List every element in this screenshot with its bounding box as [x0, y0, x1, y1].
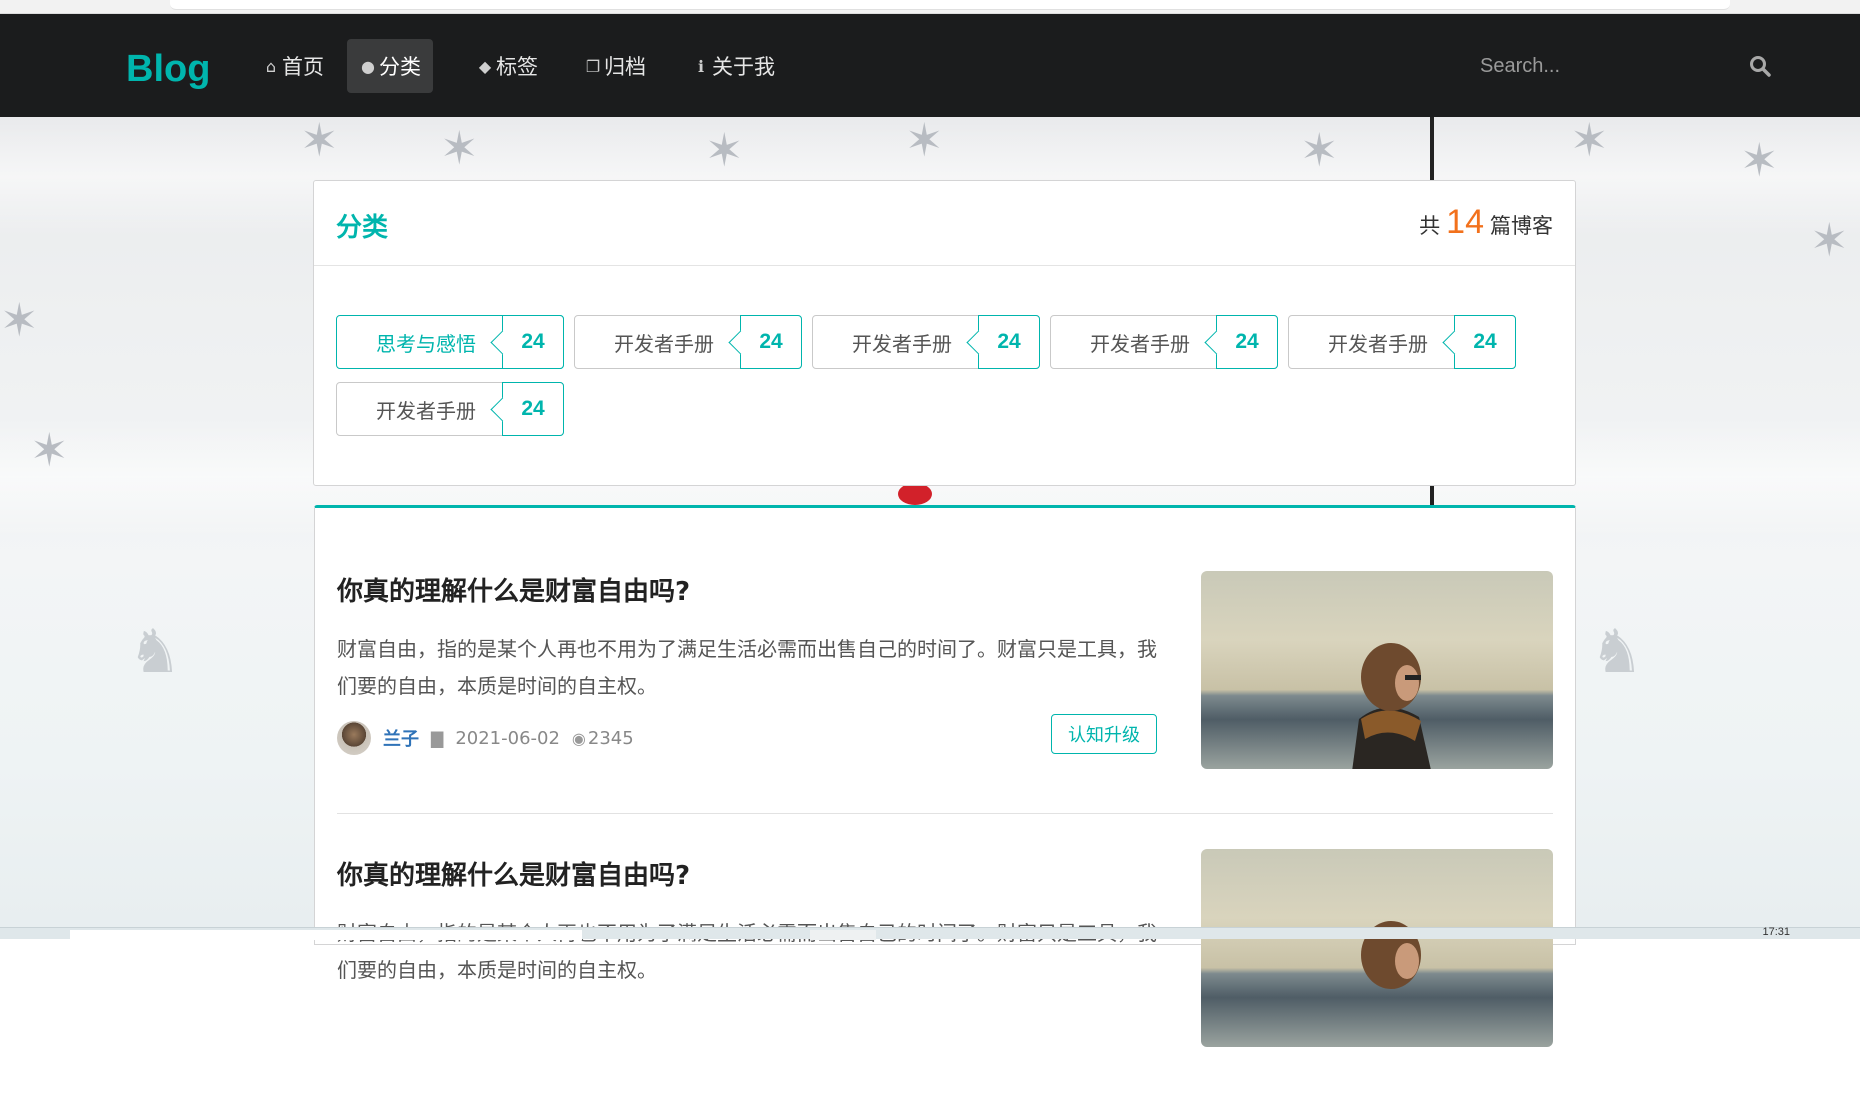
home-icon: ⌂ [265, 56, 277, 76]
category-tag[interactable]: 开发者手册 24 [812, 315, 1040, 369]
category-panel-header: 分类 共 14 篇博客 [314, 181, 1575, 266]
search-icon[interactable] [1748, 54, 1772, 78]
nav-item-label: 标签 [496, 55, 538, 79]
deer-figure-icon: ♞ [1590, 617, 1644, 687]
star-ornament-icon: ✶ [1570, 117, 1609, 167]
article-thumbnail[interactable] [1201, 849, 1553, 1047]
category-tag[interactable]: 开发者手册 24 [1288, 315, 1516, 369]
category-tag[interactable]: 开发者手册 24 [1050, 315, 1278, 369]
person-photo-icon [1361, 921, 1421, 989]
star-ornament-icon: ✶ [1810, 213, 1849, 267]
category-panel: 分类 共 14 篇博客 思考与感悟 24 开发者手册 24 开发者手册 24 开… [313, 180, 1576, 486]
background-ornament [898, 483, 932, 505]
browser-top-strip-inner [170, 0, 1730, 10]
article-excerpt: 财富自由，指的是某个人再也不用为了满足生活必需而出售自己的时间了。财富只是工具，… [337, 637, 1157, 698]
category-panel-title: 分类 [336, 213, 389, 243]
deer-figure-icon: ♞ [128, 617, 182, 687]
navbar: Blog ⌂ 首页 ● 分类 ◆ 标签 ❐ 归档 ℹ 关于我 [0, 14, 1860, 117]
nav-item-categories[interactable]: ● 分类 [347, 39, 433, 93]
category-tag[interactable]: 开发者手册 24 [574, 315, 802, 369]
star-ornament-icon: ✶ [30, 423, 69, 477]
person-photo-icon [1352, 643, 1431, 769]
author-avatar[interactable] [337, 721, 371, 755]
category-tag-count: 24 [1216, 315, 1278, 369]
search-input[interactable] [1480, 44, 1740, 88]
nav-item-label: 分类 [379, 55, 421, 79]
blog-count-number: 14 [1446, 203, 1484, 241]
category-tag-count: 24 [740, 315, 802, 369]
category-tag-count: 24 [1454, 315, 1516, 369]
star-ornament-icon: ✶ [1740, 133, 1779, 187]
os-taskbar: 17:31 [0, 926, 1860, 940]
nav-item-archive[interactable]: ❐ 归档 [572, 39, 658, 93]
info-icon: ℹ [697, 56, 705, 76]
article-item[interactable]: 你真的理解什么是财富自由吗? 财富自由，指的是某个人再也不用为了满足生活必需而出… [337, 571, 1553, 831]
article-meta: 兰子 ▇ 2021-06-02 ◉ 2345 [337, 721, 1157, 755]
browser-top-strip [0, 0, 1860, 14]
category-tag-count: 24 [978, 315, 1040, 369]
nav-item-label: 首页 [282, 55, 324, 79]
article-title[interactable]: 你真的理解什么是财富自由吗? [337, 855, 690, 892]
blog-count-prefix: 共 [1419, 214, 1441, 238]
nav-item-home[interactable]: ⌂ 首页 [250, 39, 336, 93]
eye-icon: ◉ [571, 728, 586, 748]
search-box [1480, 44, 1780, 88]
nav-item-label: 关于我 [712, 55, 775, 79]
tags-icon: ◆ [478, 56, 492, 76]
star-ornament-icon: ✶ [440, 121, 479, 175]
blog-count: 共 14 篇博客 [1419, 203, 1553, 242]
star-ornament-icon: ✶ [300, 117, 339, 167]
clone-icon: ❐ [585, 56, 601, 76]
article-title[interactable]: 你真的理解什么是财富自由吗? [337, 571, 690, 608]
category-tag-count: 24 [502, 315, 564, 369]
blog-count-suffix: 篇博客 [1490, 214, 1553, 238]
star-ornament-icon: ✶ [705, 123, 744, 177]
calendar-icon: ▇ [431, 728, 444, 748]
lightbulb-icon: ● [361, 56, 375, 76]
star-ornament-icon: ✶ [905, 117, 944, 167]
nav-item-label: 归档 [604, 55, 646, 79]
brand-logo[interactable]: Blog [126, 48, 210, 91]
article-thumbnail[interactable] [1201, 571, 1553, 769]
article-item[interactable]: 你真的理解什么是财富自由吗? 财富自由，指的是某个人再也不用为了满足生活必需而出… [337, 849, 1553, 1115]
article-views: 2345 [587, 727, 634, 749]
nav-item-tags[interactable]: ◆ 标签 [464, 39, 550, 93]
article-date: 2021-06-02 [455, 727, 560, 749]
taskbar-clock: 17:31 [1762, 926, 1790, 938]
category-tag[interactable]: 思考与感悟 24 [336, 315, 564, 369]
category-tag-count: 24 [502, 382, 564, 436]
author-name[interactable]: 兰子 [383, 725, 419, 751]
star-ornament-icon: ✶ [0, 293, 39, 347]
star-ornament-icon: ✶ [1300, 123, 1339, 177]
article-list: 你真的理解什么是财富自由吗? 财富自由，指的是某个人再也不用为了满足生活必需而出… [314, 505, 1576, 1047]
article-divider [337, 813, 1553, 814]
category-tag[interactable]: 开发者手册 24 [336, 382, 564, 436]
nav-item-about[interactable]: ℹ 关于我 [680, 39, 787, 93]
